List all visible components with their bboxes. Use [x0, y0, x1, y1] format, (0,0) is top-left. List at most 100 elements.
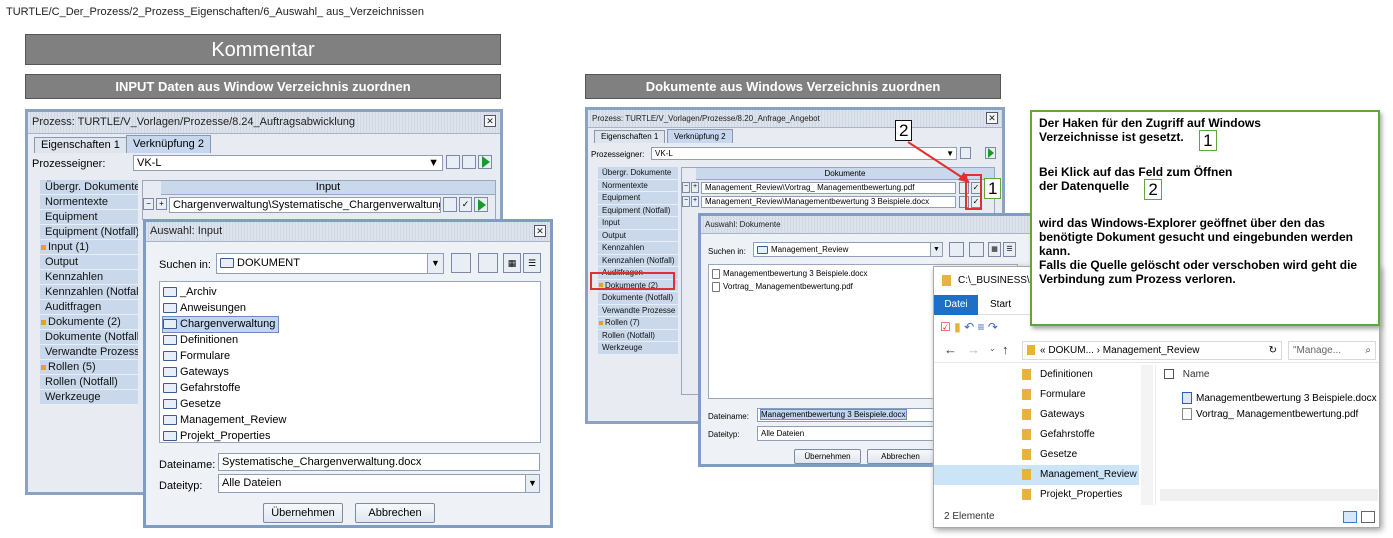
sidebar-item[interactable]: Normentexte — [598, 179, 678, 192]
close-icon[interactable]: ✕ — [484, 115, 496, 127]
folder-item[interactable]: Formulare — [163, 349, 233, 364]
input-row-value[interactable]: Chargenverwaltung\Systematische_Chargenv… — [169, 197, 441, 213]
owner-clear-button[interactable] — [462, 155, 476, 169]
list-view-button[interactable]: ▦ — [988, 242, 1001, 257]
folder-item[interactable]: _Archiv — [163, 285, 220, 300]
browse-button[interactable] — [443, 197, 457, 212]
windows-access-checkbox[interactable]: ✓ — [459, 197, 472, 212]
checkbox-icon[interactable] — [1164, 369, 1174, 380]
rename-icon[interactable]: ≡ — [977, 320, 984, 334]
up-icon[interactable]: ↑ — [1002, 342, 1009, 357]
file-item[interactable]: Vortrag_ Managementbewertung.pdf — [712, 281, 853, 293]
sidebar-item[interactable]: Equipment — [40, 210, 138, 225]
sidebar-item[interactable]: Rollen (5) — [40, 360, 138, 375]
sidebar-item[interactable]: Übergr. Dokumente — [40, 180, 138, 195]
tree-item[interactable]: Projekt_Properties — [934, 485, 1139, 505]
address-part-2[interactable]: Management_Review — [1103, 345, 1200, 356]
tab-verknuepfung[interactable]: Verknüpfung 2 — [667, 129, 733, 143]
ribbon-tab-datei[interactable]: Datei — [934, 295, 978, 315]
document-row[interactable]: Management_Review\Managementbewertung 3 … — [701, 196, 956, 208]
tab-eigenschaften[interactable]: Eigenschaften 1 — [34, 137, 127, 153]
address-bar[interactable]: « DOKUM... › Management_Review ↻ — [1022, 341, 1282, 360]
sidebar-item[interactable]: Equipment — [598, 192, 678, 205]
sidebar-item[interactable]: Input (1) — [40, 240, 138, 255]
folder-icon[interactable]: ▮ — [954, 320, 961, 334]
home-button[interactable] — [478, 253, 498, 273]
details-view-button[interactable]: ☰ — [1003, 242, 1016, 257]
up-folder-button[interactable] — [451, 253, 471, 273]
undo-icon[interactable]: ↶ — [964, 320, 974, 334]
cancel-button[interactable]: Abbrechen — [355, 503, 435, 523]
sidebar-item[interactable]: Verwandte Prozesse — [598, 304, 678, 317]
folder-item[interactable]: Management_Review — [163, 413, 289, 428]
remove-row-button[interactable]: − — [682, 182, 690, 193]
horizontal-scrollbar[interactable] — [1160, 489, 1378, 501]
forward-icon[interactable]: → — [967, 342, 980, 357]
sidebar-item[interactable]: Kennzahlen — [598, 242, 678, 255]
folder-item[interactable]: Gateways — [163, 365, 232, 380]
sidebar-item[interactable]: Werkzeuge — [40, 390, 138, 405]
details-view-button[interactable]: ☰ — [523, 253, 541, 273]
up-folder-button[interactable] — [949, 242, 964, 257]
filetype-select[interactable]: Alle Dateien ▼ — [218, 474, 540, 493]
filetype-select[interactable]: Alle Dateien — [757, 426, 937, 441]
owner-edit-button[interactable] — [446, 155, 460, 169]
folder-item[interactable]: Anweisungen — [163, 301, 249, 316]
tree-item[interactable]: Formulare — [934, 385, 1139, 405]
add-row-button[interactable]: + — [691, 196, 699, 207]
sidebar-item[interactable]: Auditfragen — [40, 300, 138, 315]
home-button[interactable] — [969, 242, 984, 257]
sidebar-item[interactable]: Normentexte — [40, 195, 138, 210]
sidebar-item[interactable]: Werkzeuge — [598, 342, 678, 355]
tiles-view-icon[interactable] — [1361, 511, 1375, 523]
folder-item[interactable]: Gefahrstoffe — [163, 381, 243, 396]
sidebar-item[interactable]: Rollen (Notfall) — [40, 375, 138, 390]
explorer-file-item[interactable]: Managementbewertung 3 Beispiele.docx — [1182, 391, 1377, 406]
chevron-down-icon[interactable]: ⌄ — [989, 344, 996, 353]
sidebar-item[interactable]: Output — [40, 255, 138, 270]
sidebar-item[interactable]: Kennzahlen — [40, 270, 138, 285]
sidebar-item[interactable]: Rollen (7) — [598, 317, 678, 330]
tree-item[interactable]: Gefahrstoffe — [934, 425, 1139, 445]
tree-item[interactable]: Management_Review — [934, 465, 1139, 485]
sidebar-item[interactable]: Verwandte Prozesse — [40, 345, 138, 360]
list-view-button[interactable]: ▦ — [503, 253, 521, 273]
explorer-file-item[interactable]: Vortrag_ Managementbewertung.pdf — [1182, 407, 1358, 422]
properties-icon[interactable]: ☑ — [940, 320, 951, 334]
explorer-search-input[interactable]: "Manage... ⌕ — [1288, 341, 1376, 360]
sidebar-item[interactable]: Dokumente (Notfall) — [598, 292, 678, 305]
details-view-icon[interactable] — [1343, 511, 1357, 523]
folder-item[interactable]: Gesetze — [163, 397, 224, 412]
owner-select[interactable]: VK-L ▼ — [133, 155, 443, 171]
tab-eigenschaften[interactable]: Eigenschaften 1 — [594, 130, 666, 143]
sidebar-item[interactable]: Output — [598, 229, 678, 242]
address-part-1[interactable]: DOKUM... — [1048, 345, 1094, 356]
sidebar-item[interactable]: Kennzahlen (Notfall) — [598, 254, 678, 267]
remove-row-button[interactable]: − — [143, 198, 154, 210]
tree-item[interactable]: Gateways — [934, 405, 1139, 425]
sidebar-item[interactable]: Kennzahlen (Notfall) — [40, 285, 138, 300]
file-item[interactable]: Managementbewertung 3 Beispiele.docx — [712, 268, 868, 280]
sidebar-item[interactable]: Input — [598, 217, 678, 230]
add-row-button[interactable]: + — [691, 182, 699, 193]
owner-go-button[interactable] — [985, 147, 996, 159]
search-in-select[interactable]: Management_Review ▼ — [753, 242, 943, 257]
add-row-button[interactable]: + — [156, 198, 167, 210]
sidebar-item[interactable]: Übergr. Dokumente — [598, 167, 678, 180]
ribbon-tab-start[interactable]: Start — [990, 295, 1011, 315]
refresh-icon[interactable]: ↻ — [1269, 342, 1277, 359]
open-button[interactable] — [474, 197, 488, 212]
ok-button[interactable]: Übernehmen — [263, 503, 343, 523]
sidebar-item[interactable]: Rollen (Notfall) — [598, 329, 678, 342]
tree-item[interactable]: Definitionen — [934, 365, 1139, 385]
redo-icon[interactable]: ↷ — [988, 320, 998, 334]
tree-item[interactable]: Gesetze — [934, 445, 1139, 465]
tree-scrollbar[interactable] — [1141, 365, 1153, 505]
close-icon[interactable]: ✕ — [986, 112, 998, 124]
folder-item[interactable]: Definitionen — [163, 333, 241, 348]
back-icon[interactable]: ← — [944, 342, 957, 357]
tab-verknuepfung[interactable]: Verknüpfung 2 — [126, 135, 211, 153]
sidebar-item[interactable]: Equipment (Notfall) — [598, 204, 678, 217]
sidebar-item[interactable]: Equipment (Notfall) — [40, 225, 138, 240]
close-icon[interactable]: ✕ — [534, 225, 546, 237]
